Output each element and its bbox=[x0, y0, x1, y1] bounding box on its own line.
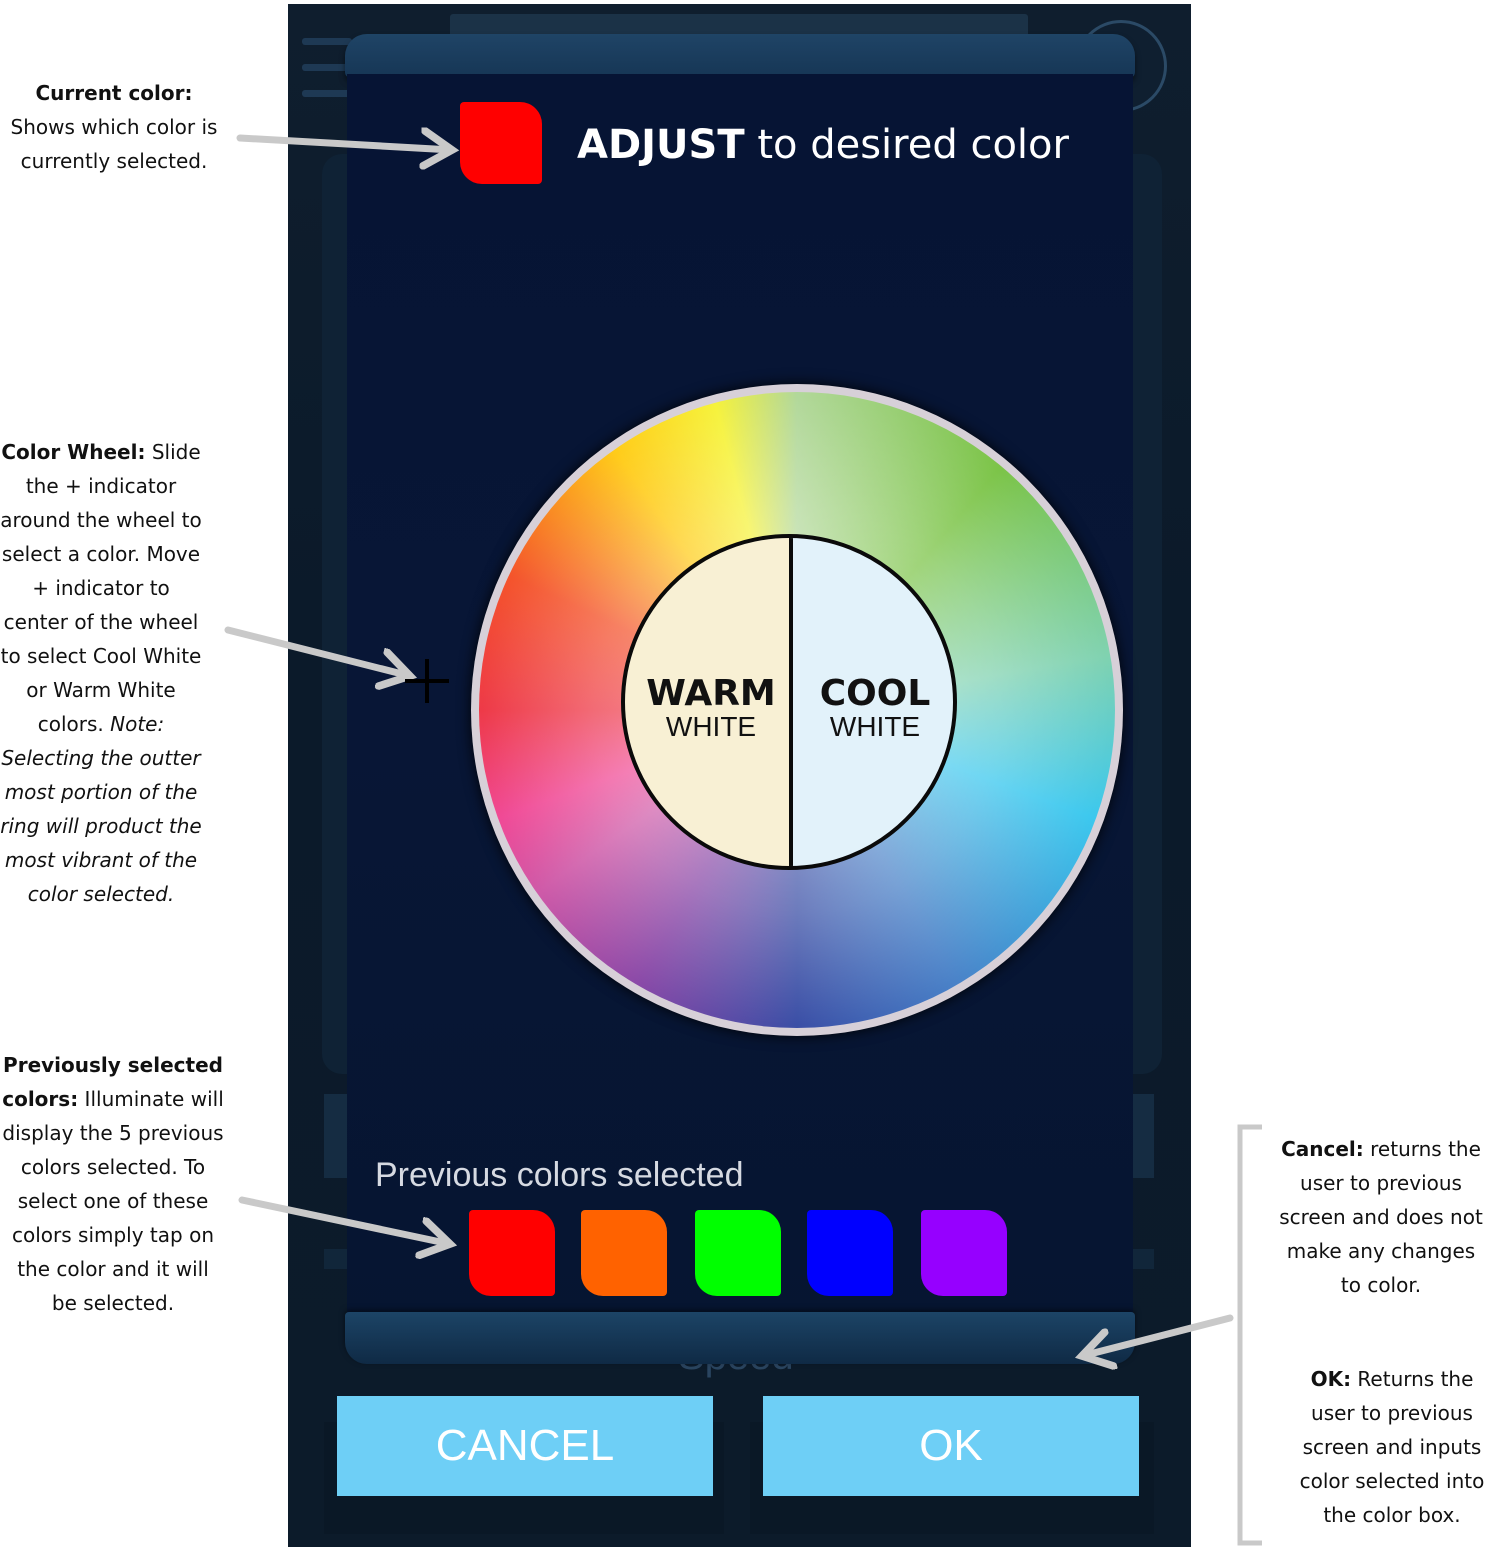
cool-white-button[interactable]: COOL WHITE bbox=[795, 673, 953, 742]
plus-indicator-icon[interactable] bbox=[405, 659, 449, 703]
warm-white-subtitle: WHITE bbox=[665, 711, 757, 742]
bracket-buttons bbox=[1237, 1124, 1262, 1546]
arrow-previous-colors bbox=[238, 1196, 450, 1244]
warm-white-title: WARM bbox=[646, 673, 776, 714]
arrow-color-wheel bbox=[224, 626, 410, 676]
arrow-buttons bbox=[1082, 1314, 1234, 1356]
cool-white-title: COOL bbox=[819, 673, 931, 714]
warm-white-button[interactable]: WARM WHITE bbox=[631, 676, 791, 742]
cool-white-subtitle: WHITE bbox=[829, 711, 921, 742]
white-selector: WARM WHITE COOL WHITE bbox=[621, 534, 957, 870]
arrow-current-color bbox=[236, 138, 452, 150]
